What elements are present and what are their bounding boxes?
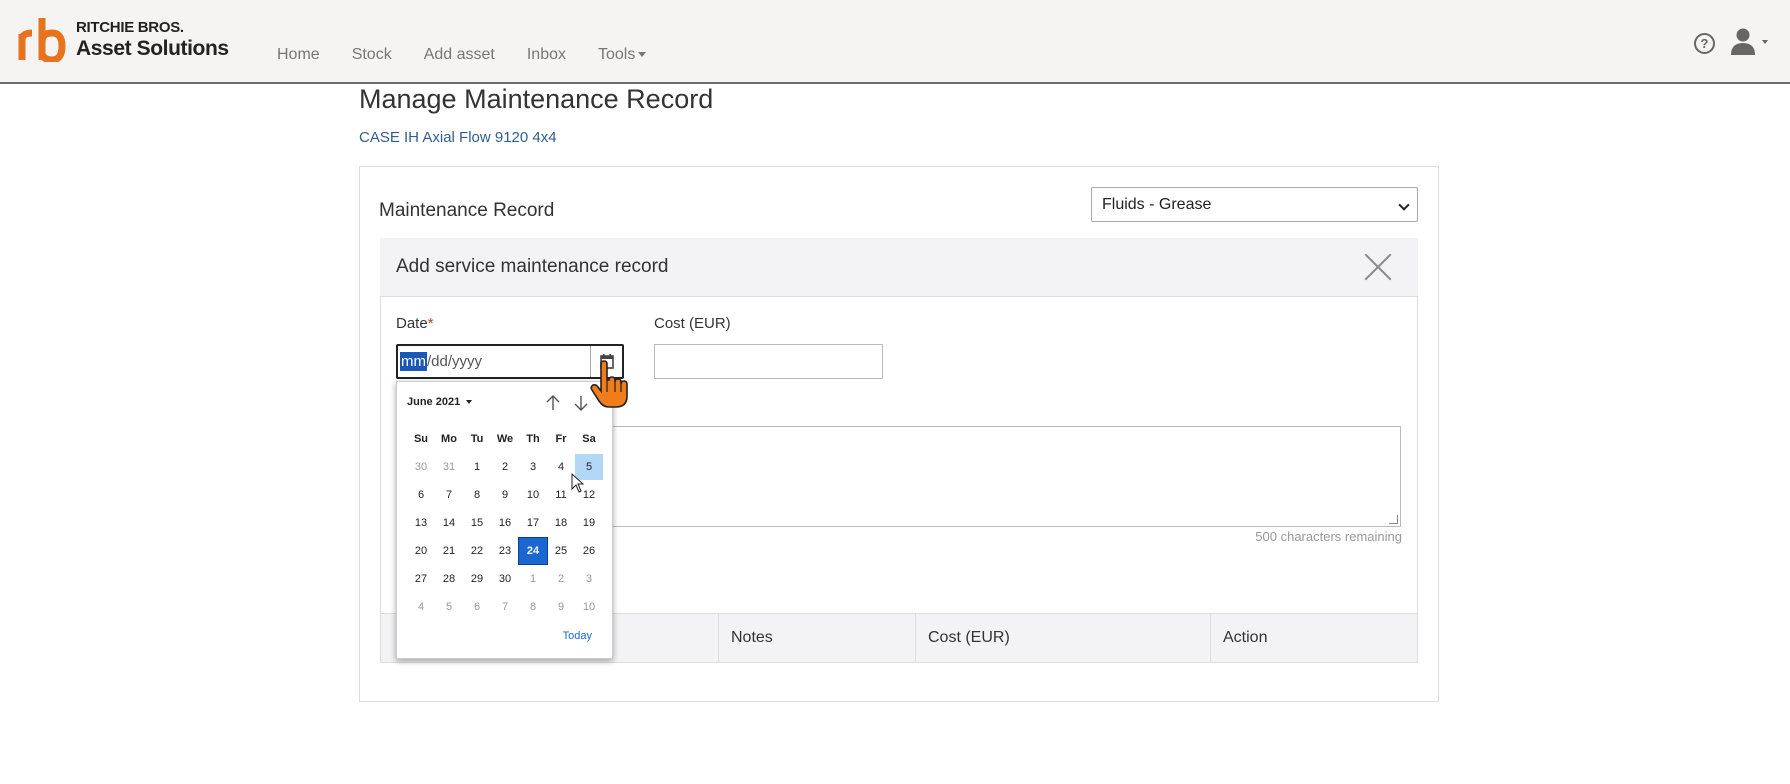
weekday-label: Th <box>526 433 540 445</box>
nav-tools-label: Tools <box>598 46 636 63</box>
add-record-title: Add service maintenance record <box>396 256 669 277</box>
brand-line2: Asset Solutions <box>76 36 229 60</box>
calendar-day[interactable]: 10 <box>575 594 603 620</box>
arrow-cursor-icon <box>571 473 585 493</box>
date-picker-popup: June 2021 Su Mo Tu We Th Fr Sa 30 31 1 2… <box>396 381 613 659</box>
chevron-down-icon <box>466 400 473 405</box>
calendar-day[interactable]: 30 <box>491 566 519 592</box>
calendar-day[interactable]: 16 <box>491 510 519 536</box>
asset-name-link[interactable]: CASE IH Axial Flow 9120 4x4 <box>359 129 557 146</box>
weekday-label: Sa <box>582 433 596 445</box>
date-input-value: mm/dd/yyyy <box>400 352 483 371</box>
maintenance-record-label: Maintenance Record <box>379 200 555 221</box>
date-label: Date* <box>396 315 434 332</box>
calendar-day[interactable]: 26 <box>575 538 603 564</box>
resize-grip-icon[interactable] <box>1389 515 1398 524</box>
weekday-label: Su <box>413 433 429 445</box>
record-type-select[interactable]: Fluids - Grease <box>1091 187 1418 222</box>
calendar-day[interactable]: 25 <box>547 538 575 564</box>
calendar-day[interactable]: 27 <box>407 566 435 592</box>
cost-input[interactable] <box>654 344 883 379</box>
calendar-day[interactable]: 7 <box>435 482 463 508</box>
calendar-day[interactable]: 22 <box>463 538 491 564</box>
top-navbar: RITCHIE BROS. Asset Solutions Home Stock… <box>0 0 1790 84</box>
notes-textarea[interactable] <box>600 426 1401 527</box>
calendar-day[interactable]: 1 <box>519 566 547 592</box>
month-year-label: June 2021 <box>407 396 461 408</box>
month-year-selector[interactable]: June 2021 <box>407 396 473 408</box>
calendar-day[interactable]: 15 <box>463 510 491 536</box>
date-rest-segment: /dd/yyyy <box>427 353 483 370</box>
weekday-label: Mo <box>441 433 457 445</box>
calendar-day[interactable]: 8 <box>463 482 491 508</box>
close-icon[interactable] <box>1363 252 1393 282</box>
previous-month-arrow-icon[interactable] <box>545 394 561 412</box>
calendar-day[interactable]: 28 <box>435 566 463 592</box>
calendar-day[interactable]: 7 <box>491 594 519 620</box>
calendar-day[interactable]: 18 <box>547 510 575 536</box>
calendar-day[interactable]: 23 <box>491 538 519 564</box>
chars-remaining: 500 characters remaining <box>1255 529 1402 544</box>
calendar-day[interactable]: 20 <box>407 538 435 564</box>
record-type-value: Fluids - Grease <box>1102 196 1212 213</box>
calendar-day[interactable]: 3 <box>519 454 547 480</box>
calendar-day[interactable]: 17 <box>519 510 547 536</box>
week-row: 13 14 15 16 17 18 19 <box>407 510 607 536</box>
calendar-day[interactable]: 8 <box>519 594 547 620</box>
hand-pointer-cursor-icon <box>590 360 628 408</box>
brand-logo[interactable]: RITCHIE BROS. Asset Solutions <box>18 16 229 62</box>
calendar-day-selected[interactable]: 24 <box>518 537 548 565</box>
nav-tools[interactable]: Tools <box>598 46 647 64</box>
calendar-day[interactable]: 2 <box>491 454 519 480</box>
page-title: Manage Maintenance Record <box>359 84 714 114</box>
cost-label: Cost (EUR) <box>654 315 731 332</box>
calendar-day[interactable]: 9 <box>491 482 519 508</box>
chevron-down-icon <box>1398 199 1410 211</box>
nav-home[interactable]: Home <box>277 46 320 64</box>
calendar-day[interactable]: 30 <box>407 454 435 480</box>
weekday-label: Fr <box>555 433 567 445</box>
calendar-day[interactable]: 29 <box>463 566 491 592</box>
column-header-cost[interactable]: Cost (EUR) <box>915 614 1210 662</box>
required-mark: * <box>427 315 434 332</box>
next-month-arrow-icon[interactable] <box>573 394 589 412</box>
date-month-segment: mm <box>400 352 427 371</box>
calendar-day[interactable]: 14 <box>435 510 463 536</box>
week-row: 4 5 6 7 8 9 10 <box>407 594 607 620</box>
calendar-day[interactable]: 19 <box>575 510 603 536</box>
calendar-day[interactable]: 4 <box>407 594 435 620</box>
main-nav: Home Stock Add asset Inbox Tools <box>277 46 678 64</box>
chevron-down-icon <box>638 52 647 58</box>
rb-logo-icon <box>18 18 66 62</box>
calendar-day[interactable]: 2 <box>547 566 575 592</box>
user-icon[interactable] <box>1730 28 1770 56</box>
calendar-day[interactable]: 21 <box>435 538 463 564</box>
calendar-day[interactable]: 6 <box>463 594 491 620</box>
calendar-day[interactable]: 1 <box>463 454 491 480</box>
week-row: 20 21 22 23 24 25 26 <box>407 537 607 565</box>
weekday-label: We <box>496 433 514 445</box>
date-label-text: Date <box>396 315 428 332</box>
weekday-header-row: Su Mo Tu We Th Fr Sa <box>407 426 607 452</box>
nav-inbox[interactable]: Inbox <box>527 46 566 64</box>
calendar-day[interactable]: 6 <box>407 482 435 508</box>
calendar-day[interactable]: 13 <box>407 510 435 536</box>
nav-stock[interactable]: Stock <box>352 46 392 64</box>
help-icon[interactable]: ? <box>1694 33 1715 54</box>
weekday-label: Tu <box>470 433 484 445</box>
calendar-day[interactable]: 31 <box>435 454 463 480</box>
nav-add-asset[interactable]: Add asset <box>424 46 495 64</box>
week-row: 27 28 29 30 1 2 3 <box>407 566 607 592</box>
calendar-day[interactable]: 3 <box>575 566 603 592</box>
column-header-action[interactable]: Action <box>1210 614 1417 662</box>
calendar-day[interactable]: 10 <box>519 482 547 508</box>
column-header-notes[interactable]: Notes <box>718 614 915 662</box>
today-link[interactable]: Today <box>563 630 592 642</box>
brand-line1: RITCHIE BROS. <box>76 18 184 36</box>
calendar-day[interactable]: 9 <box>547 594 575 620</box>
calendar-day[interactable]: 5 <box>435 594 463 620</box>
